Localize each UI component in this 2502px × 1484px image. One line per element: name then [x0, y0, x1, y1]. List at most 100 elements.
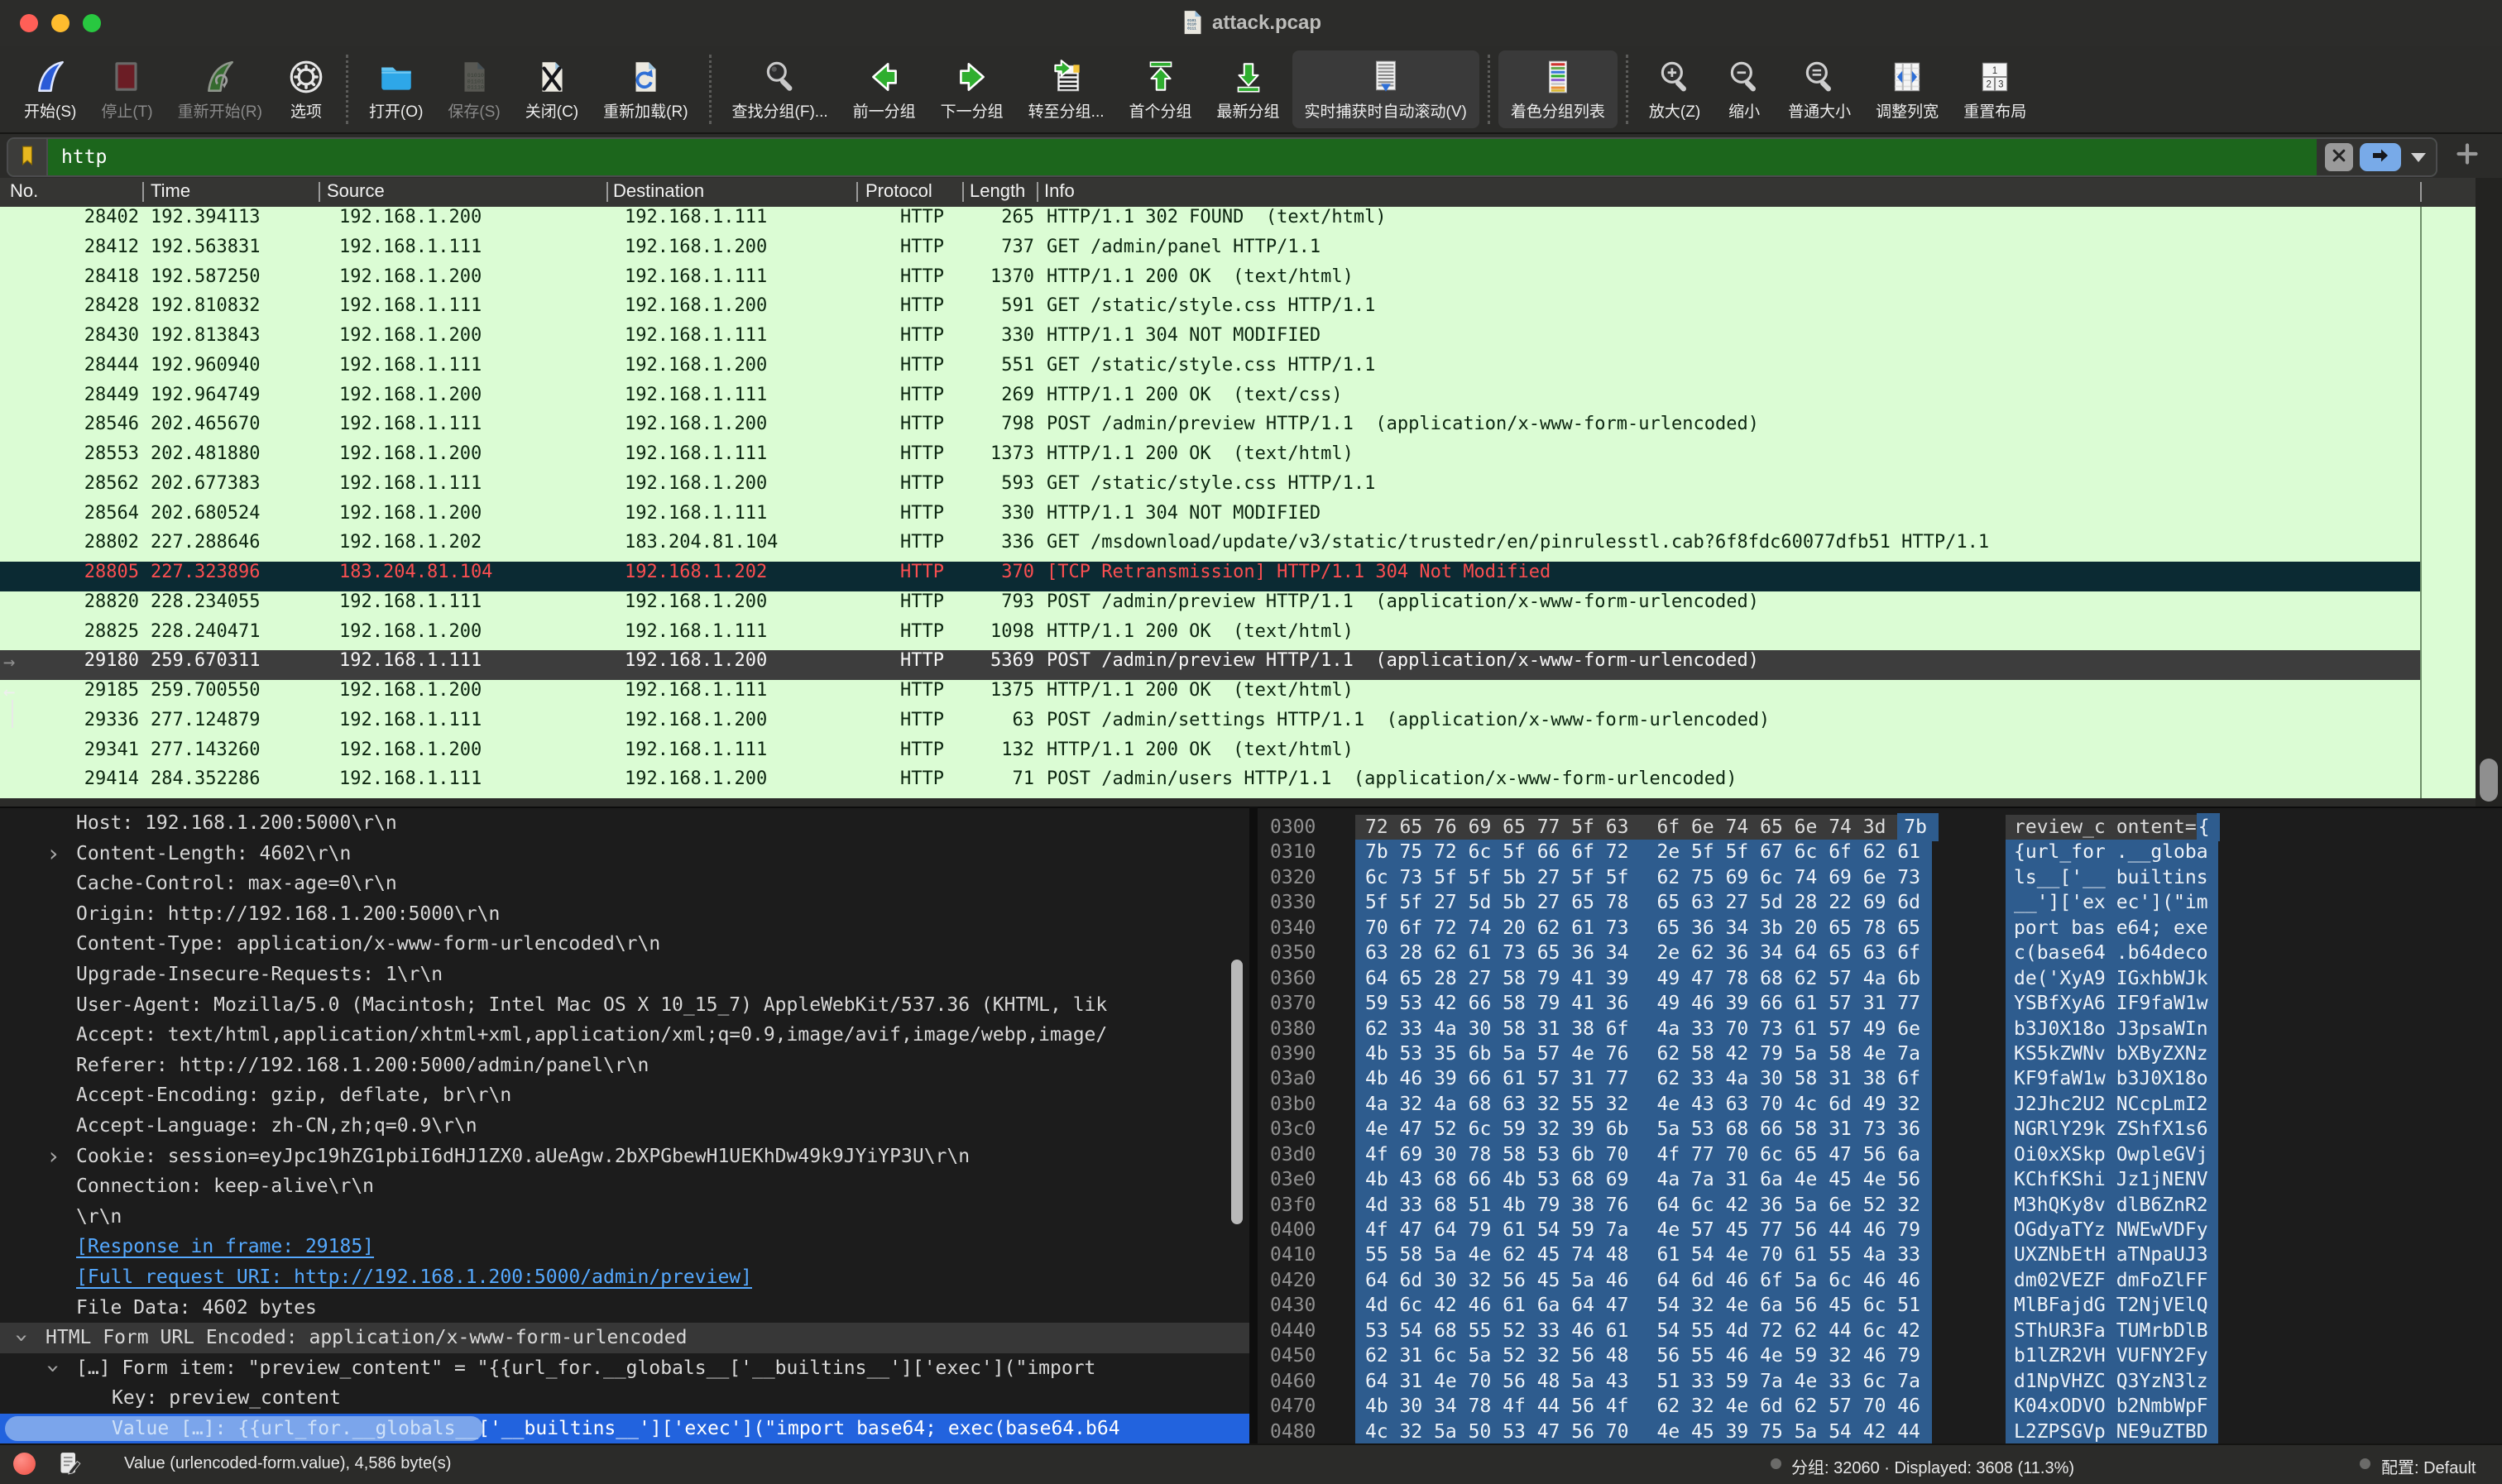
detail-tree-row[interactable]: Accept-Encoding: gzip, deflate, br\r\n — [0, 1080, 1249, 1111]
expand-arrow-icon[interactable]: › — [7, 1331, 37, 1345]
hex-row[interactable]: 03a04b 46 39 66 61 57 31 7762 33 4a 30 5… — [1258, 1066, 2502, 1091]
detail-tree-row[interactable]: Host: 192.168.1.200:5000\r\n — [0, 808, 1249, 839]
packet-row[interactable]: 28546202.465670192.168.1.111192.168.1.20… — [0, 414, 2420, 443]
capture-comment-icon[interactable] — [58, 1452, 81, 1475]
minimize-window-button[interactable] — [51, 14, 70, 32]
detail-tree-row[interactable]: Key: preview_content — [0, 1383, 1249, 1414]
hex-row[interactable]: 044053 54 68 55 52 33 46 6154 55 4d 72 6… — [1258, 1319, 2502, 1343]
pane-divider[interactable] — [1249, 807, 1258, 1443]
detail-tree-row[interactable]: Referer: http://192.168.1.200:5000/admin… — [0, 1051, 1249, 1081]
hex-row[interactable]: 04004f 47 64 79 61 54 59 7a4e 57 45 77 5… — [1258, 1218, 2502, 1242]
detail-tree-row[interactable]: ›Cookie: session=eyJpc19hZG1pbiI6dHJ1ZX0… — [0, 1142, 1249, 1172]
toolbar-button-close-file[interactable]: 关闭(C) — [513, 50, 591, 128]
filter-add-button[interactable] — [2452, 141, 2482, 170]
hex-row[interactable]: 046064 31 4e 70 56 48 5a 4351 33 59 7a 4… — [1258, 1369, 2502, 1394]
hex-row[interactable]: 036064 65 28 27 58 79 41 3949 47 78 68 6… — [1258, 966, 2502, 991]
toolbar-button-colorize-list[interactable]: 着色分组列表 — [1498, 50, 1618, 128]
hex-row[interactable]: 03d04f 69 30 78 58 53 6b 704f 77 70 6c 6… — [1258, 1142, 2502, 1167]
hex-row[interactable]: 03c04e 47 52 6c 59 32 39 6b5a 53 68 66 5… — [1258, 1117, 2502, 1142]
hex-row[interactable]: 03b04a 32 4a 68 63 32 55 324e 43 63 70 4… — [1258, 1092, 2502, 1117]
column-header-source[interactable]: Source — [327, 180, 385, 202]
profile-text[interactable]: 配置: Default — [2381, 1454, 2476, 1478]
hex-row[interactable]: 04704b 30 34 78 4f 44 56 4f62 32 4e 6d 6… — [1258, 1394, 2502, 1419]
detail-tree-row[interactable]: ›HTML Form URL Encoded: application/x-ww… — [0, 1323, 1249, 1353]
detail-tree-row[interactable]: Accept: text/html,application/xhtml+xml,… — [0, 1020, 1249, 1051]
filter-bookmark-button[interactable] — [8, 139, 48, 175]
column-separator[interactable] — [2420, 182, 2422, 202]
toolbar-button-zoom-out[interactable]: 缩小 — [1713, 50, 1776, 128]
packet-row[interactable]: 28412192.563831192.168.1.111192.168.1.20… — [0, 237, 2420, 266]
toolbar-button-wireshark-start[interactable]: 开始(S) — [12, 50, 89, 128]
packet-row[interactable]: 28564202.680524192.168.1.200192.168.1.11… — [0, 503, 2420, 533]
column-separator[interactable] — [1037, 182, 1038, 202]
toolbar-button-next-packet[interactable]: 下一分组 — [928, 50, 1016, 128]
detail-tree-row[interactable]: Accept-Language: zh-CN,zh;q=0.9\r\n — [0, 1111, 1249, 1142]
packet-row[interactable]: 28430192.813843192.168.1.200192.168.1.11… — [0, 325, 2420, 355]
hex-row[interactable]: 03206c 73 5f 5f 5b 27 5f 5f62 75 69 6c 7… — [1258, 865, 2502, 890]
detail-tree-row[interactable]: ›[…] Form item: "preview_content" = "{{u… — [0, 1353, 1249, 1384]
packet-row[interactable]: 28825228.240471192.168.1.200192.168.1.11… — [0, 621, 2420, 651]
toolbar-button-last-packet[interactable]: 最新分组 — [1205, 50, 1292, 128]
column-separator[interactable] — [856, 182, 858, 202]
toolbar-button-goto-packet[interactable]: 转至分组... — [1016, 50, 1117, 128]
detail-tree-row[interactable]: Upgrade-Insecure-Requests: 1\r\n — [0, 960, 1249, 990]
detail-tree-row[interactable]: Content-Type: application/x-www-form-url… — [0, 929, 1249, 960]
packet-row[interactable]: ←29185259.700550192.168.1.200192.168.1.1… — [0, 680, 2420, 710]
packet-row[interactable]: 28553202.481880192.168.1.200192.168.1.11… — [0, 443, 2420, 473]
toolbar-button-reset-layout[interactable]: 123重置布局 — [1951, 50, 2039, 128]
detail-tree-row[interactable]: \r\n — [0, 1202, 1249, 1233]
toolbar-button-first-packet[interactable]: 首个分组 — [1117, 50, 1205, 128]
detail-tree-row[interactable]: Cache-Control: max-age=0\r\n — [0, 869, 1249, 899]
toolbar-button-zoom-in[interactable]: 放大(Z) — [1637, 50, 1713, 128]
toolbar-button-capture-options-gear[interactable]: 选项 — [275, 50, 338, 128]
detail-tree-row[interactable]: User-Agent: Mozilla/5.0 (Macintosh; Inte… — [0, 990, 1249, 1021]
detail-link[interactable]: [Response in frame: 29185] — [0, 1232, 1249, 1262]
filter-apply-button[interactable] — [2360, 143, 2401, 171]
detail-tree-row[interactable]: File Data: 4602 bytes — [0, 1293, 1249, 1324]
toolbar-button-resize-columns[interactable]: 调整列宽 — [1863, 50, 1951, 128]
packet-row[interactable]: 29336277.124879192.168.1.111192.168.1.20… — [0, 710, 2420, 740]
packet-row[interactable]: 28562202.677383192.168.1.111192.168.1.20… — [0, 473, 2420, 503]
detail-tree-row[interactable]: Origin: http://192.168.1.200:5000\r\n — [0, 899, 1249, 930]
expand-arrow-icon[interactable]: › — [46, 1142, 60, 1172]
hex-row[interactable]: 037059 53 42 66 58 79 41 3649 46 39 66 6… — [1258, 991, 2502, 1016]
packet-list-scrollbar[interactable] — [2476, 178, 2502, 807]
packet-row[interactable]: 28802227.288646192.168.1.202183.204.81.1… — [0, 532, 2420, 562]
packet-row[interactable]: 29414284.352286192.168.1.111192.168.1.20… — [0, 768, 2420, 798]
column-header-no[interactable]: No. — [10, 180, 38, 202]
toolbar-button-zoom-normal[interactable]: 普通大小 — [1776, 50, 1863, 128]
hex-row[interactable]: 042064 6d 30 32 56 45 5a 4664 6d 46 6f 5… — [1258, 1268, 2502, 1293]
hex-row[interactable]: 038062 33 4a 30 58 31 38 6f4a 33 70 73 6… — [1258, 1017, 2502, 1041]
expert-info-icon[interactable] — [13, 1453, 36, 1475]
detail-scrollbar-thumb[interactable] — [1231, 960, 1243, 1224]
packet-row[interactable]: 28820228.234055192.168.1.111192.168.1.20… — [0, 591, 2420, 621]
column-separator[interactable] — [319, 182, 320, 202]
toolbar-button-open-folder[interactable]: 打开(O) — [357, 50, 435, 128]
hex-row[interactable]: 041055 58 5a 4e 62 45 74 4861 54 4e 70 6… — [1258, 1242, 2502, 1267]
display-filter-input[interactable]: http — [48, 139, 2317, 175]
detail-tree-row[interactable]: Value […]: {{url_for.__globals__['__buil… — [0, 1414, 1249, 1444]
hex-row[interactable]: 03f04d 33 68 51 4b 79 38 7664 6c 42 36 5… — [1258, 1193, 2502, 1218]
column-separator[interactable] — [606, 182, 608, 202]
hex-row[interactable]: 04304d 6c 42 46 61 6a 64 4754 32 4e 6a 5… — [1258, 1293, 2502, 1318]
detail-link[interactable]: [Full request URI: http://192.168.1.200:… — [0, 1262, 1249, 1293]
packet-row[interactable]: 29341277.143260192.168.1.200192.168.1.11… — [0, 740, 2420, 769]
detail-tree-row[interactable]: ›Content-Length: 4602\r\n — [0, 839, 1249, 869]
hex-row[interactable]: 03305f 5f 27 5d 5b 27 65 7865 63 27 5d 2… — [1258, 890, 2502, 915]
packet-row[interactable]: 28428192.810832192.168.1.111192.168.1.20… — [0, 295, 2420, 325]
hex-row[interactable]: 03904b 53 35 6b 5a 57 4e 7662 58 42 79 5… — [1258, 1041, 2502, 1066]
hex-row[interactable]: 03107b 75 72 6c 5f 66 6f 722e 5f 5f 67 6… — [1258, 840, 2502, 864]
packet-row[interactable]: 28805227.323896183.204.81.104192.168.1.2… — [0, 562, 2420, 591]
hex-row[interactable]: 04804c 32 5a 50 53 47 56 704e 45 39 75 5… — [1258, 1419, 2502, 1444]
hex-row[interactable]: 034070 6f 72 74 20 62 61 7365 36 34 3b 2… — [1258, 916, 2502, 941]
column-header-time[interactable]: Time — [151, 180, 190, 202]
toolbar-button-reload-file[interactable]: 重新加载(R) — [591, 50, 700, 128]
packet-row[interactable]: 28418192.587250192.168.1.200192.168.1.11… — [0, 266, 2420, 296]
hex-row[interactable]: 035063 28 62 61 73 65 36 342e 62 36 34 6… — [1258, 941, 2502, 965]
packet-list-scrollbar-thumb[interactable] — [2480, 759, 2498, 802]
column-separator[interactable] — [962, 182, 964, 202]
hex-row[interactable]: 03e04b 43 68 66 4b 53 68 694a 7a 31 6a 4… — [1258, 1167, 2502, 1192]
column-header-protocol[interactable]: Protocol — [865, 180, 932, 202]
filter-dropdown-caret[interactable] — [2411, 153, 2426, 162]
packet-row[interactable]: →29180259.670311192.168.1.111192.168.1.2… — [0, 650, 2420, 680]
